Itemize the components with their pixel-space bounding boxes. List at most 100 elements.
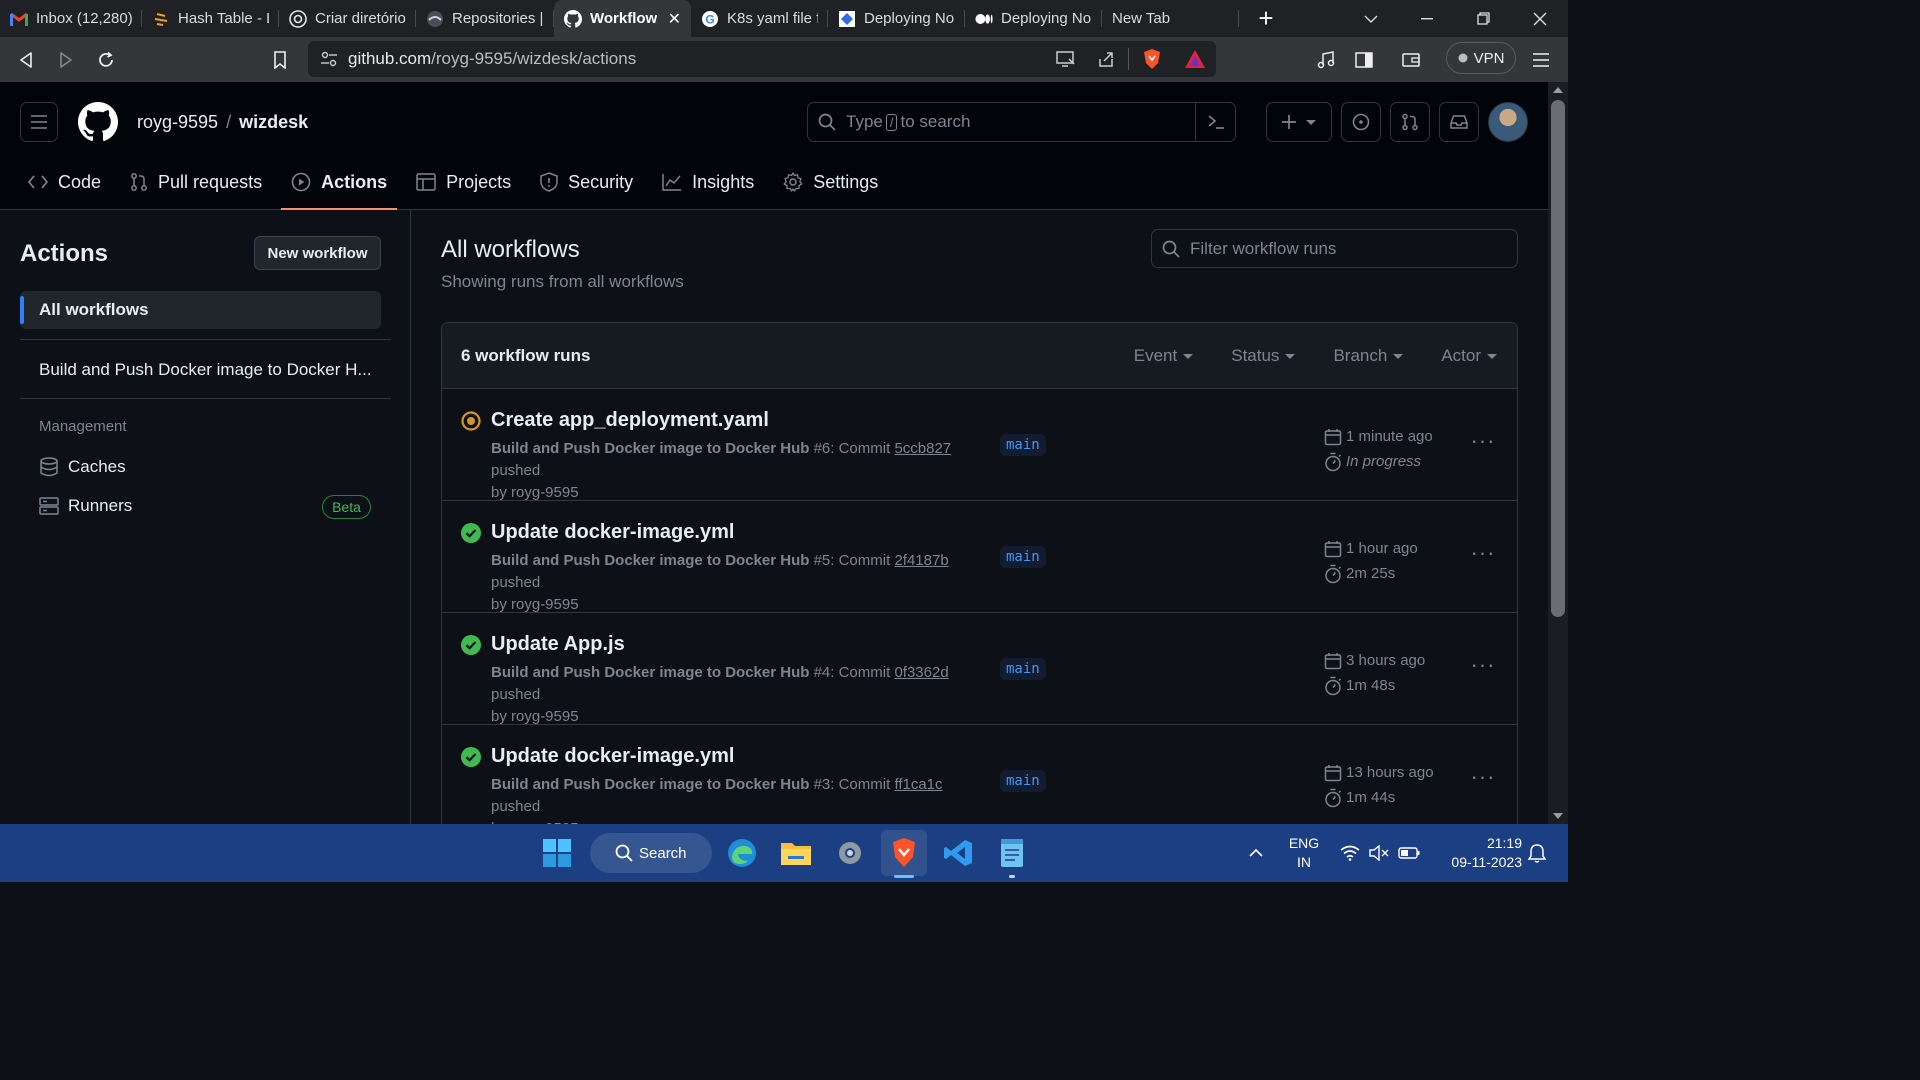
share-icon[interactable] (1096, 49, 1116, 69)
clock[interactable]: 21:19 09-11-2023 (1432, 834, 1522, 872)
input-language[interactable]: ENG IN (1283, 834, 1325, 872)
workflow-run-row[interactable]: Update App.js Build and Push Docker imag… (442, 613, 1517, 725)
back-icon[interactable] (6, 40, 46, 80)
taskbar-search[interactable]: Search (590, 833, 712, 873)
browser-tab[interactable]: Deploying No (965, 0, 1102, 37)
branch-label[interactable]: main (1000, 658, 1046, 680)
bookmark-icon[interactable] (260, 40, 300, 80)
tab-insights[interactable]: Insights (652, 162, 764, 202)
tab-code[interactable]: Code (18, 162, 111, 202)
workflow-run-row[interactable]: Update docker-image.yml Build and Push D… (442, 501, 1517, 613)
battery-icon[interactable] (1396, 830, 1422, 876)
commit-link[interactable]: 0f3362d (894, 664, 948, 681)
close-window-icon[interactable] (1512, 0, 1568, 37)
branch-label[interactable]: main (1000, 546, 1046, 568)
browser-tab[interactable]: Criar diretório (279, 0, 416, 37)
owner-link[interactable]: royg-9595 (137, 112, 218, 132)
run-title[interactable]: Update docker-image.yml (491, 745, 734, 768)
tab-projects[interactable]: Projects (406, 162, 521, 202)
edge-icon[interactable] (719, 830, 765, 876)
tab-actions[interactable]: Actions (281, 162, 398, 210)
global-nav-menu-button[interactable] (20, 102, 58, 142)
page-scrollbar[interactable] (1548, 82, 1568, 824)
pull-requests-button[interactable] (1390, 102, 1430, 142)
status-filter-dropdown[interactable]: Status (1231, 346, 1296, 366)
github-logo-icon[interactable] (78, 102, 118, 142)
sidebar-item-all-workflows[interactable]: All workflows (20, 291, 381, 329)
browser-tab[interactable]: Hash Table - L (142, 0, 279, 37)
notepad-icon[interactable] (989, 830, 1035, 878)
run-title[interactable]: Update docker-image.yml (491, 521, 734, 544)
actor-filter-dropdown[interactable]: Actor (1441, 346, 1497, 366)
command-palette-icon[interactable] (1195, 103, 1235, 141)
new-workflow-button[interactable]: New workflow (254, 236, 381, 270)
repo-nav: Code Pull requests Actions Projects Secu… (18, 162, 897, 210)
volume-muted-icon[interactable] (1366, 830, 1392, 876)
inbox-button[interactable] (1439, 102, 1479, 142)
menu-icon[interactable] (1521, 40, 1561, 80)
browser-tab[interactable]: G K8s yaml file f (691, 0, 828, 37)
workflow-run-row[interactable]: Update docker-image.yml Build and Push D… (442, 725, 1517, 837)
site-settings-icon[interactable] (320, 51, 338, 67)
restore-icon[interactable] (1455, 0, 1511, 37)
kebab-menu-icon[interactable]: ··· (1471, 764, 1495, 789)
create-new-button[interactable] (1266, 102, 1332, 142)
sidebar-item-runners[interactable]: Runners (39, 496, 132, 516)
tab-pull-requests[interactable]: Pull requests (120, 162, 272, 202)
sidebar-toggle-icon[interactable] (1344, 40, 1384, 80)
windows-start-icon[interactable] (534, 830, 580, 876)
code-icon (28, 175, 48, 189)
branch-label[interactable]: main (1000, 434, 1046, 456)
tab-search-chevron-icon[interactable] (1343, 0, 1399, 37)
tab-security[interactable]: Security (530, 162, 643, 202)
run-title[interactable]: Update App.js (491, 633, 625, 656)
repo-link[interactable]: wizdesk (239, 112, 308, 132)
commit-link[interactable]: ff1ca1c (894, 776, 942, 793)
workflow-run-row[interactable]: Create app_deployment.yaml Build and Pus… (442, 389, 1517, 501)
minimize-icon[interactable] (1399, 0, 1455, 37)
search-input[interactable]: Type / to search (807, 102, 1236, 142)
vpn-button[interactable]: VPN (1446, 42, 1516, 74)
reload-icon[interactable] (86, 40, 126, 80)
browser-toolbar: github.com/royg-9595/wizdesk/actions VPN (0, 37, 1568, 82)
event-filter-dropdown[interactable]: Event (1134, 346, 1194, 366)
settings-gear-icon[interactable] (827, 830, 873, 876)
cast-icon[interactable] (1056, 50, 1076, 68)
address-bar[interactable]: github.com/royg-9595/wizdesk/actions (308, 41, 1216, 77)
tab-settings[interactable]: Settings (773, 162, 888, 202)
branch-filter-dropdown[interactable]: Branch (1333, 346, 1404, 366)
forward-icon[interactable] (46, 40, 86, 80)
kebab-menu-icon[interactable]: ··· (1471, 428, 1495, 453)
close-tab-icon[interactable]: ✕ (668, 9, 681, 29)
commit-link[interactable]: 5ccb827 (894, 440, 951, 457)
scroll-up-icon[interactable] (1553, 87, 1563, 93)
run-title[interactable]: Create app_deployment.yaml (491, 409, 769, 432)
browser-tab[interactable]: Deploying No (828, 0, 965, 37)
scroll-down-icon[interactable] (1553, 813, 1563, 819)
file-explorer-icon[interactable] (773, 830, 819, 876)
show-hidden-icons-chevron-icon[interactable] (1234, 830, 1278, 876)
wifi-icon[interactable] (1336, 830, 1364, 876)
new-tab-button[interactable]: + (1239, 0, 1293, 37)
vscode-icon[interactable] (935, 830, 981, 876)
brave-browser-icon[interactable] (881, 830, 927, 878)
browser-tab[interactable]: New Tab (1102, 0, 1239, 37)
media-icon[interactable] (1306, 40, 1346, 80)
wallet-icon[interactable] (1391, 40, 1431, 80)
scrollbar-thumb[interactable] (1551, 100, 1565, 617)
commit-link[interactable]: 2f4187b (894, 552, 948, 569)
browser-tab-active[interactable]: Workflow ✕ (554, 0, 691, 37)
brave-rewards-icon[interactable] (1184, 49, 1206, 69)
kebab-menu-icon[interactable]: ··· (1471, 652, 1495, 677)
notification-bell-icon[interactable] (1522, 830, 1552, 876)
filter-workflow-runs-input[interactable]: Filter workflow runs (1151, 229, 1518, 268)
avatar[interactable] (1488, 102, 1528, 142)
brave-shields-icon[interactable] (1142, 48, 1162, 70)
kebab-menu-icon[interactable]: ··· (1471, 540, 1495, 565)
sidebar-item-workflow[interactable]: Build and Push Docker image to Docker H.… (39, 360, 372, 380)
branch-label[interactable]: main (1000, 770, 1046, 792)
sidebar-item-caches[interactable]: Caches (39, 457, 126, 477)
issues-button[interactable] (1341, 102, 1381, 142)
browser-tab[interactable]: Repositories | (416, 0, 554, 37)
browser-tab[interactable]: Inbox (12,280) (0, 0, 142, 37)
